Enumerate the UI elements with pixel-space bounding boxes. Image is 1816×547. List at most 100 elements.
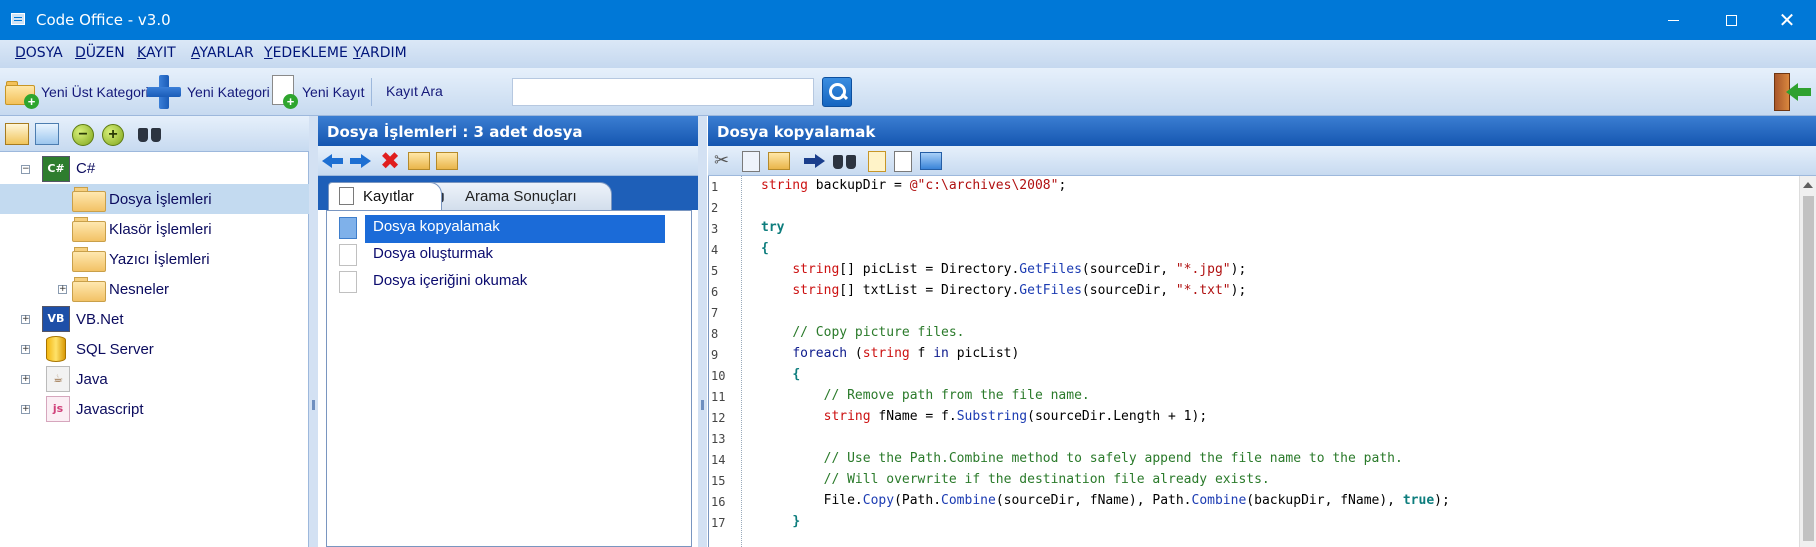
tree-item-label: Yazıcı İşlemleri: [109, 251, 210, 268]
right-splitter[interactable]: [698, 116, 707, 547]
code-line: File.Copy(Path.Combine(sourceDir, fName)…: [761, 493, 1450, 508]
vertical-scrollbar[interactable]: [1799, 176, 1816, 547]
left-splitter[interactable]: [309, 116, 318, 547]
tree-item-klasor-islemleri[interactable]: Klasör İşlemleri: [0, 214, 309, 244]
tree-item-sql-server[interactable]: + SQL Server: [0, 334, 309, 364]
binoculars-icon[interactable]: [137, 124, 163, 144]
copy-icon[interactable]: [742, 151, 760, 172]
line-number: 4: [711, 243, 719, 257]
go-arrow-icon[interactable]: [804, 154, 826, 168]
delete-icon[interactable]: ✖: [380, 149, 400, 173]
close-button[interactable]: ✕: [1758, 0, 1816, 40]
tree-item-nesneler[interactable]: + Nesneler: [0, 274, 309, 304]
new-category-button[interactable]: Yeni Kategori: [145, 72, 270, 112]
edit-icon[interactable]: [35, 123, 59, 145]
expand-icon[interactable]: +: [21, 375, 30, 384]
new-category-label: Yeni Kategori: [187, 84, 270, 100]
collapse-all-icon[interactable]: −: [72, 124, 94, 146]
title-bar: Code Office - v3.0 ✕: [0, 0, 1816, 40]
menu-bar: DOSYA DÜZEN KAYIT AYARLAR YEDEKLEME YARD…: [0, 40, 1816, 68]
line-number: 9: [711, 348, 719, 362]
tree-item-java[interactable]: + ☕ Java: [0, 364, 309, 394]
expand-all-icon[interactable]: +: [102, 124, 124, 146]
menu-ayarlar[interactable]: AYARLAR: [191, 45, 254, 61]
code-line: foreach (string f in picList): [792, 346, 1020, 361]
forward-arrow-icon[interactable]: [350, 154, 372, 168]
collapse-icon[interactable]: −: [21, 165, 30, 174]
expand-icon[interactable]: +: [21, 345, 30, 354]
code-line: // Use the Path.Combine method to safely…: [823, 451, 1403, 466]
folder-icon: [72, 186, 106, 212]
code-line: string[] txtList = Directory.GetFiles(so…: [792, 283, 1247, 298]
find-icon[interactable]: [832, 151, 858, 171]
back-arrow-icon[interactable]: [322, 154, 344, 168]
document-icon: [339, 244, 357, 266]
line-number: 6: [711, 285, 719, 299]
tree-item-label: Klasör İşlemleri: [109, 221, 212, 238]
app-icon: [11, 13, 25, 25]
folder-add-icon: +: [5, 79, 39, 109]
tree-item-yazici-islemleri[interactable]: Yazıcı İşlemleri: [0, 244, 309, 274]
folder-icon: [72, 246, 106, 272]
tree-item-javascript[interactable]: + js Javascript: [0, 394, 309, 424]
javascript-icon: js: [46, 396, 70, 422]
new-record-button[interactable]: + Yeni Kayıt: [270, 72, 365, 112]
document-icon: [339, 271, 357, 293]
menu-yedekleme[interactable]: YEDEKLEME: [264, 45, 348, 61]
database-icon: [46, 336, 66, 362]
toolbar-separator: [371, 78, 372, 106]
line-number: 15: [711, 474, 726, 488]
close-icon: ✕: [1778, 8, 1796, 32]
app-window: Code Office - v3.0 ✕ DOSYA DÜZEN KAYIT A…: [0, 0, 1816, 547]
line-number: 12: [711, 411, 726, 425]
menu-duzen[interactable]: DÜZEN: [75, 45, 125, 61]
folder-tree-icon[interactable]: [436, 152, 458, 170]
record-label: Dosya oluşturmak: [373, 245, 494, 262]
tab-search-results[interactable]: Arama Sonuçları: [412, 182, 612, 210]
document-icon: [339, 217, 357, 239]
tree-item-label: Dosya İşlemleri: [109, 191, 212, 208]
tree-item-label: Javascript: [76, 401, 144, 418]
category-panel: − + − C# C# Dosya İşlemleri Klasör İşlem…: [0, 116, 309, 547]
menu-kayit[interactable]: KAYIT: [137, 45, 176, 61]
line-number: 16: [711, 495, 726, 509]
list-item[interactable]: Dosya içeriğini okumak: [339, 269, 677, 297]
tree-item-dosya-islemleri[interactable]: Dosya İşlemleri: [0, 184, 309, 214]
line-number: 7: [711, 306, 719, 320]
new-parent-category-button[interactable]: + Yeni Üst Kategori: [5, 72, 149, 112]
cut-icon[interactable]: ✂: [714, 152, 729, 170]
folder-edit-icon[interactable]: [408, 152, 430, 170]
paste-icon[interactable]: [768, 152, 790, 170]
folder-icon: [72, 216, 106, 242]
scroll-up-icon[interactable]: [1803, 182, 1813, 188]
code-line: try: [761, 220, 785, 235]
list-item[interactable]: Dosya oluşturmak: [339, 242, 677, 270]
tree-item-vbnet[interactable]: + VB VB.Net: [0, 304, 309, 334]
menu-yardim[interactable]: YARDIM: [353, 45, 407, 61]
code-line: // Copy picture files.: [792, 325, 965, 340]
list-item-selected[interactable]: Dosya kopyalamak: [339, 215, 677, 243]
editor-header: Dosya kopyalamak: [708, 116, 1816, 146]
clipboard-icon[interactable]: [868, 151, 886, 172]
expand-icon[interactable]: +: [21, 405, 30, 414]
minimize-icon: [1667, 19, 1679, 21]
records-panel: Dosya İşlemleri : 3 adet dosya ✖ Arama S…: [318, 116, 698, 547]
export-icon[interactable]: [894, 151, 912, 172]
maximize-button[interactable]: [1702, 0, 1760, 40]
expand-icon[interactable]: +: [58, 285, 67, 294]
tab-records[interactable]: Kayıtlar: [328, 182, 442, 210]
exit-button[interactable]: [1772, 73, 1812, 111]
expand-icon[interactable]: +: [21, 315, 30, 324]
scroll-thumb[interactable]: [1803, 196, 1814, 541]
new-parent-category-label: Yeni Üst Kategori: [41, 84, 149, 100]
editor-toolbar: ✂: [708, 146, 1816, 176]
search-input[interactable]: [512, 78, 814, 106]
folder-properties-icon[interactable]: [5, 123, 29, 145]
fullscreen-icon[interactable]: [920, 152, 942, 170]
code-editor[interactable]: 1 2 3 4 5 6 7 8 9 10 11 12 13 14 15 16 1…: [708, 176, 1816, 547]
java-icon: ☕: [46, 366, 70, 392]
minimize-button[interactable]: [1644, 0, 1702, 40]
menu-dosya[interactable]: DOSYA: [15, 45, 63, 61]
search-button[interactable]: [822, 77, 852, 107]
tree-item-csharp[interactable]: − C# C#: [0, 154, 309, 184]
